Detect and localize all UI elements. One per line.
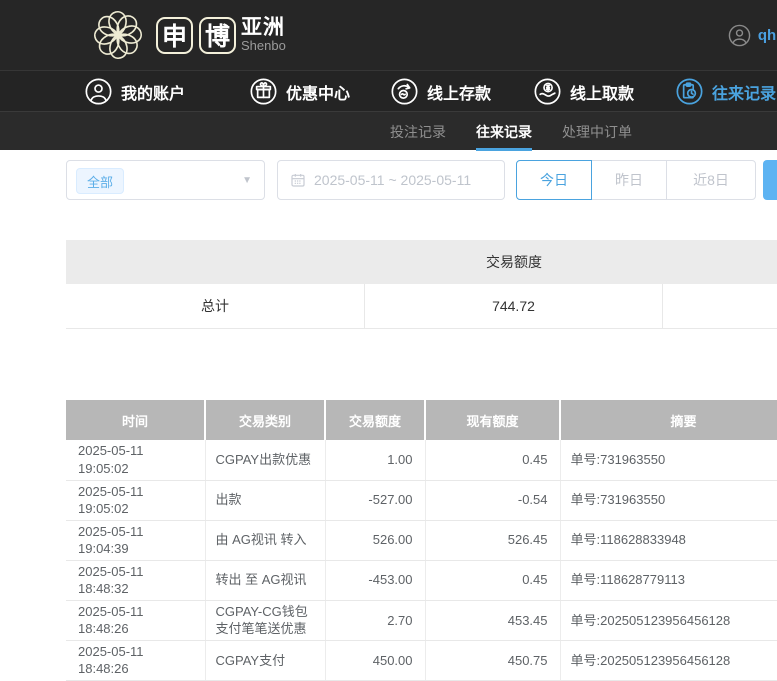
user-account-area[interactable]: qhhw — [728, 0, 777, 70]
filter-bar: 全部 ▼ 2025-05-11 ~ 2025-05-11 今日 昨日 近8日 — [0, 160, 777, 202]
cell-balance: 526.45 — [425, 520, 560, 560]
col-header-balance: 现有额度 — [425, 400, 560, 440]
nav-label: 优惠中心 — [286, 80, 350, 104]
table-row: 2025-05-11 18:48:26 CGPAY-CG钱包支付笔笔送优惠 2.… — [66, 600, 777, 640]
record-tabs: 投注记录 往来记录 处理中订单 — [390, 112, 632, 151]
today-button[interactable]: 今日 — [516, 160, 592, 200]
calendar-icon — [290, 172, 306, 188]
username-text[interactable]: qhhw — [758, 27, 777, 44]
cell-type: CGPAY-CG钱包支付笔笔送优惠 — [205, 600, 325, 640]
logo-text-column: 亚洲 Shenbo — [241, 17, 286, 53]
cell-summary: 单号:202505123956456128 — [560, 640, 777, 680]
col-header-type: 交易类别 — [205, 400, 325, 440]
summary-total-value: 744.72 — [365, 284, 663, 328]
cell-time: 2025-05-11 19:05:02 — [66, 480, 205, 520]
cell-balance: 453.45 — [425, 600, 560, 640]
transaction-type-select[interactable]: 全部 ▼ — [66, 160, 265, 200]
logo-subtitle: Shenbo — [241, 39, 286, 53]
cell-time: 2025-05-11 19:04:39 — [66, 520, 205, 560]
logo-char-1: 申 — [156, 17, 193, 54]
deposit-icon — [391, 78, 418, 105]
records-table: 时间 交易类别 交易额度 现有额度 摘要 2025-05-11 19:05:02… — [66, 400, 777, 681]
flower-logo-icon — [86, 4, 150, 66]
cell-amount: -453.00 — [325, 560, 425, 600]
col-header-summary: 摘要 — [560, 400, 777, 440]
avatar-icon — [728, 24, 751, 47]
cell-summary: 单号:202505123956456128 — [560, 600, 777, 640]
top-header: 申 博 亚洲 Shenbo qhhw — [0, 0, 777, 70]
nav-label: 线上取款 — [570, 80, 634, 104]
cell-balance: 0.45 — [425, 440, 560, 480]
cell-amount: -527.00 — [325, 480, 425, 520]
records-icon — [676, 78, 703, 105]
transaction-records-page: { "header": { "logo": { "char1": "申", "c… — [0, 0, 777, 680]
cell-summary: 单号:118628779113 — [560, 560, 777, 600]
summary-header-label: 交易额度 — [365, 252, 663, 272]
nav-label: 线上存款 — [427, 80, 491, 104]
summary-empty-cell — [663, 284, 777, 328]
cell-amount: 2.70 — [325, 600, 425, 640]
logo-region-text: 亚洲 — [241, 17, 286, 39]
table-row: 2025-05-11 19:05:02 CGPAY出款优惠 1.00 0.45 … — [66, 440, 777, 480]
logo-characters: 申 博 — [156, 17, 236, 54]
cell-time: 2025-05-11 19:05:02 — [66, 440, 205, 480]
tab-pending-orders[interactable]: 处理中订单 — [562, 112, 632, 151]
col-header-amount: 交易额度 — [325, 400, 425, 440]
nav-label: 往来记录 — [712, 80, 776, 104]
summary-table: 交易额度 总计 744.72 — [66, 240, 777, 329]
nav-item-online-deposit[interactable]: 线上存款 — [391, 71, 491, 112]
cell-amount: 450.00 — [325, 640, 425, 680]
chevron-down-icon: ▼ — [242, 175, 252, 186]
table-row: 2025-05-11 18:48:26 CGPAY支付 450.00 450.7… — [66, 640, 777, 680]
cell-balance: 450.75 — [425, 640, 560, 680]
table-row: 2025-05-11 18:48:32 转出 至 AG视讯 -453.00 0.… — [66, 560, 777, 600]
cell-type: CGPAY出款优惠 — [205, 440, 325, 480]
yesterday-button[interactable]: 昨日 — [591, 160, 667, 200]
cell-summary: 单号:731963550 — [560, 440, 777, 480]
cell-time: 2025-05-11 18:48:26 — [66, 640, 205, 680]
cell-summary: 单号:118628833948 — [560, 520, 777, 560]
records-header-row: 时间 交易类别 交易额度 现有额度 摘要 — [66, 400, 777, 440]
nav-item-transaction-records[interactable]: 往来记录 — [676, 71, 776, 112]
date-range-value: 2025-05-11 ~ 2025-05-11 — [314, 172, 471, 188]
summary-total-label: 总计 — [66, 284, 365, 328]
cell-amount: 1.00 — [325, 440, 425, 480]
nav-item-my-account[interactable]: 我的账户 — [85, 71, 185, 112]
cell-type: 由 AG视讯 转入 — [205, 520, 325, 560]
main-navigation: 我的账户 优惠中心 线上存款 线上取款 往来记录 — [0, 70, 777, 111]
nav-item-online-withdrawal[interactable]: 线上取款 — [534, 71, 634, 112]
col-header-time: 时间 — [66, 400, 205, 440]
nav-item-promotions[interactable]: 优惠中心 — [250, 71, 350, 112]
cell-type: CGPAY支付 — [205, 640, 325, 680]
date-range-picker[interactable]: 2025-05-11 ~ 2025-05-11 — [277, 160, 505, 200]
quick-date-buttons: 今日 昨日 近8日 — [516, 160, 756, 200]
cell-amount: 526.00 — [325, 520, 425, 560]
cell-type: 转出 至 AG视讯 — [205, 560, 325, 600]
brand-logo[interactable]: 申 博 亚洲 Shenbo — [86, 4, 286, 66]
cell-type: 出款 — [205, 480, 325, 520]
nav-label: 我的账户 — [121, 80, 185, 104]
search-button[interactable] — [763, 160, 777, 200]
user-icon — [85, 78, 112, 105]
summary-header-row: 交易额度 — [66, 240, 777, 284]
selected-type-chip[interactable]: 全部 — [76, 168, 124, 194]
cell-summary: 单号:731963550 — [560, 480, 777, 520]
cell-time: 2025-05-11 18:48:26 — [66, 600, 205, 640]
logo-char-2: 博 — [199, 17, 236, 54]
last-8-days-button[interactable]: 近8日 — [666, 160, 756, 200]
summary-total-row: 总计 744.72 — [66, 284, 777, 329]
cell-balance: 0.45 — [425, 560, 560, 600]
table-row: 2025-05-11 19:05:02 出款 -527.00 -0.54 单号:… — [66, 480, 777, 520]
sub-navigation: 投注记录 往来记录 处理中订单 — [0, 111, 777, 150]
cell-time: 2025-05-11 18:48:32 — [66, 560, 205, 600]
table-row: 2025-05-11 19:04:39 由 AG视讯 转入 526.00 526… — [66, 520, 777, 560]
cell-balance: -0.54 — [425, 480, 560, 520]
tab-transaction-records[interactable]: 往来记录 — [476, 112, 532, 151]
withdraw-icon — [534, 78, 561, 105]
tab-betting-records[interactable]: 投注记录 — [390, 112, 446, 151]
gift-icon — [250, 78, 277, 105]
